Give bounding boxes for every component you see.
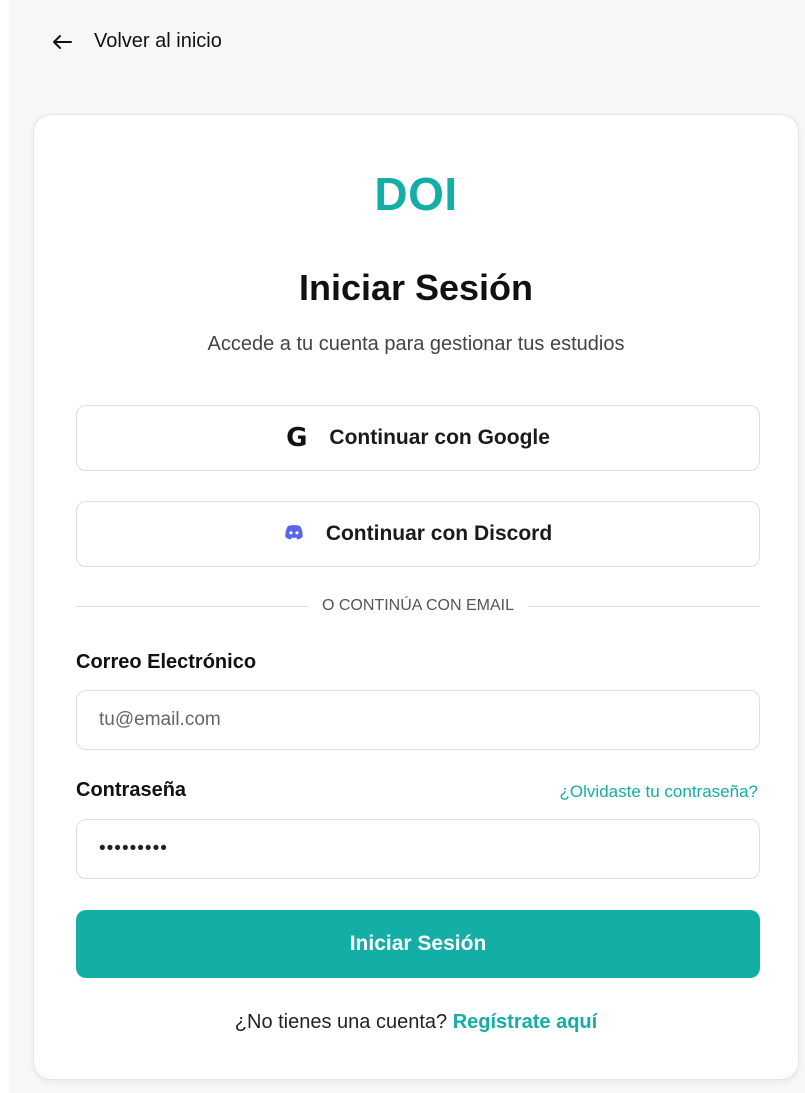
signup-prompt-text: ¿No tienes una cuenta? [234, 1011, 448, 1033]
email-label: Correo Electrónico [76, 651, 257, 673]
discord-icon [284, 522, 304, 546]
register-link[interactable]: Regístrate aquí [453, 1011, 597, 1033]
google-login-button[interactable]: G Continuar con Google [76, 405, 760, 471]
login-submit-button[interactable]: Iniciar Sesión [76, 910, 760, 978]
google-icon: G [286, 423, 308, 453]
email-field[interactable] [76, 690, 760, 750]
login-card: DOI Iniciar Sesión Accede a tu cuenta pa… [33, 114, 799, 1080]
signup-prompt-row: ¿No tienes una cuenta? Regístrate aquí [34, 1011, 798, 1034]
password-field[interactable] [76, 819, 760, 879]
page-title: Iniciar Sesión [298, 267, 534, 308]
email-divider: O CONTINÚA CON EMAIL [76, 597, 760, 615]
password-label: Contraseña [76, 779, 187, 801]
forgot-password-link[interactable]: ¿Olvidaste tu contraseña? [560, 782, 758, 802]
divider-line-right [528, 605, 760, 607]
back-to-home-link[interactable]: Volver al inicio [52, 30, 222, 53]
divider-line-left [76, 605, 308, 607]
brand-logo: DOI [374, 168, 458, 220]
google-button-label: Continuar con Google [329, 426, 550, 449]
discord-login-button[interactable]: Continuar con Discord [76, 501, 760, 567]
back-link-label: Volver al inicio [94, 30, 222, 52]
page-subtitle: Accede a tu cuenta para gestionar tus es… [207, 333, 625, 355]
divider-text: O CONTINÚA CON EMAIL [321, 597, 515, 614]
arrow-left-icon [52, 34, 72, 50]
discord-button-label: Continuar con Discord [325, 522, 553, 545]
